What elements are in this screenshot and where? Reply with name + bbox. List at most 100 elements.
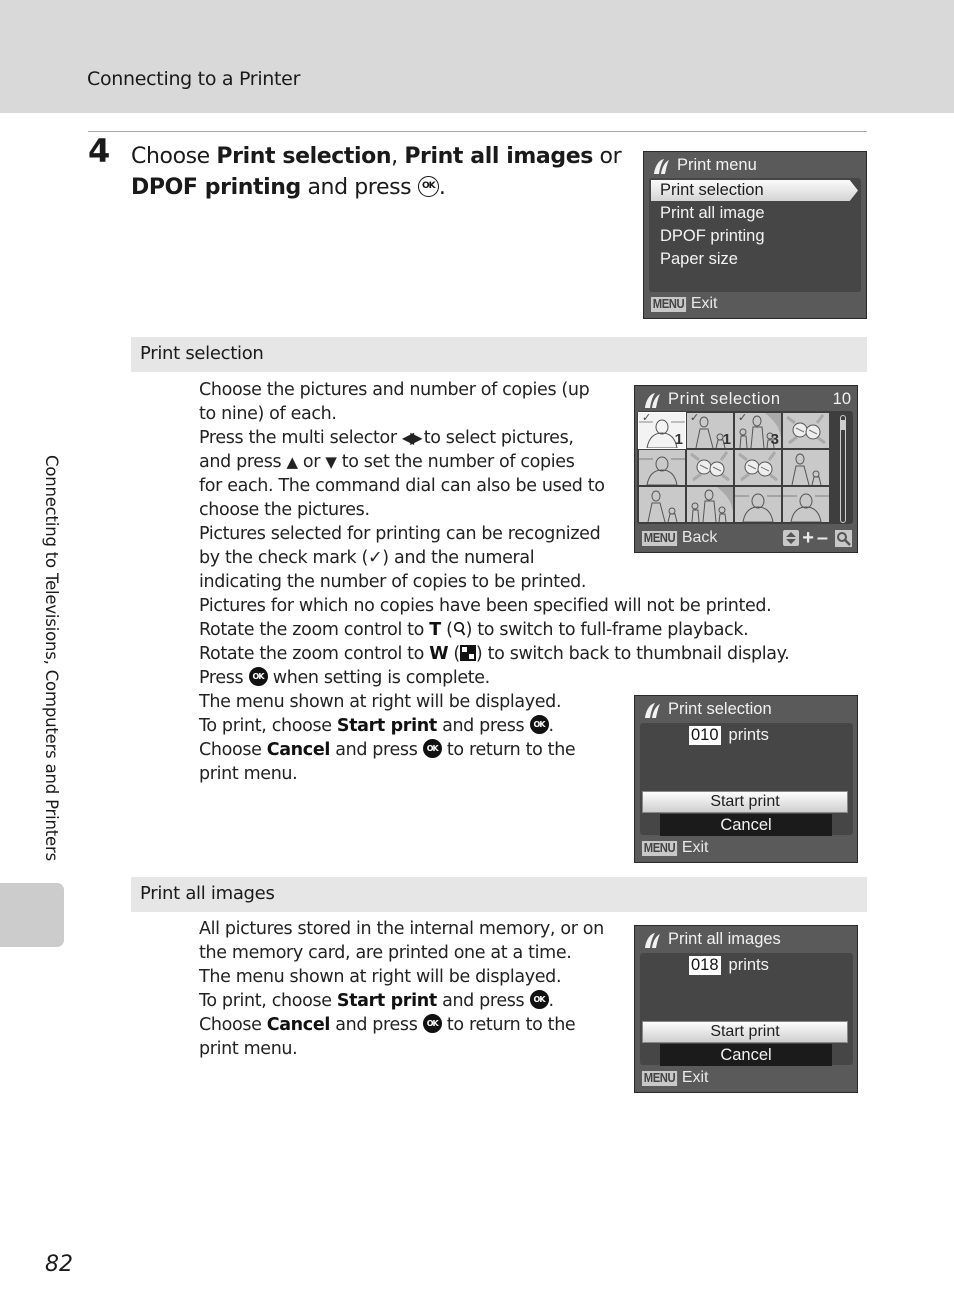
footer-label: Exit [681,1069,709,1086]
menu-item-dpof-printing[interactable]: DPOF printing [660,227,765,246]
check-mark-icon: ✓ [367,548,383,568]
start-print-button[interactable]: Start print [642,1021,848,1043]
plus-icon: + [802,527,814,549]
photo-thumbnail-icon [690,451,730,482]
thumbnail-flowers[interactable] [783,413,829,448]
thumbnail-woman-child[interactable]: ✓ 1 [687,413,733,448]
screen-title: Print selection 10 [643,390,851,409]
printer-mode-icon [654,158,669,174]
side-chapter-tab [0,883,64,947]
term-print-selection: Print selection [216,144,392,169]
copy-count: 3 [770,431,779,448]
copy-count: 1 [674,431,683,448]
thumbnail-grid-icon [459,645,476,661]
page-number: 82 [45,1252,73,1277]
screen-title: Print menu [652,156,757,175]
thumbnail-woman-child[interactable] [783,450,829,485]
down-arrow-icon: ▼ [325,453,337,471]
thumbnail-woman-portrait[interactable] [735,487,781,522]
ok-button-icon: OK [529,715,549,734]
menu-key-icon: MENU [651,296,686,312]
zoom-t-label: T [429,620,441,640]
print-count-value[interactable]: 018 [689,956,721,975]
screen-footer: MENU Exit [642,839,708,857]
thumbnail-woman-portrait[interactable] [639,450,685,485]
section-header-print-selection: Print selection [131,337,867,372]
section-header-print-all-images: Print all images [131,877,867,912]
screen-footer: MENU Exit [651,295,717,313]
menu-item-print-selection[interactable]: Print selection [651,180,858,201]
step-instruction: Choose Print selection, Print all images… [131,144,622,200]
thumbnail-flowers[interactable] [687,450,733,485]
up-arrow-icon: ▲ [286,453,298,471]
print-count: 010 prints [689,726,769,745]
menu-item-print-all-image[interactable]: Print all image [660,204,765,223]
footer-label: Back [681,529,718,546]
photo-thumbnail-icon [639,456,685,485]
photo-thumbnail-icon [738,451,778,482]
thumbnail-woman-child[interactable] [639,487,685,522]
thumbnail-family[interactable]: ✓ 3 [735,413,781,448]
term-print-all-images: Print all images [404,144,593,169]
print-all-instructions: All pictures stored in the internal memo… [199,919,604,1059]
footer-controls: + – [783,527,852,549]
ok-button-icon: OK [417,175,439,197]
print-count: 018 prints [689,956,769,975]
screen-footer: MENU Exit [642,1069,708,1087]
print-menu-screen: Print menu Print selection Print all ima… [643,151,867,319]
step-divider [88,131,867,132]
print-selection-confirm-screen: Print selection 010 prints Start print C… [634,695,858,863]
thumbnail-family[interactable] [687,487,733,522]
thumbnail-grid: ✓ 1 ✓ 1 ✓ 3 [638,412,838,523]
term-dpof-printing: DPOF printing [131,175,301,200]
step-number: 4 [88,132,111,170]
print-all-confirm-screen: Print all images 018 prints Start print … [634,925,858,1093]
ok-button-icon: OK [422,739,442,758]
ok-button-icon: OK [422,1014,442,1033]
menu-key-icon: MENU [642,1070,677,1086]
ok-button-icon: OK [248,667,268,686]
print-count-value[interactable]: 010 [689,726,721,745]
start-print-button[interactable]: Start print [642,791,848,813]
check-mark-icon: ✓ [642,413,652,424]
check-mark-icon: ✓ [690,413,700,424]
screen-footer: MENU Back + – [642,527,852,549]
printer-mode-icon [645,392,660,408]
magnifier-icon [453,621,465,636]
photo-thumbnail-icon [647,490,678,522]
copy-count: 1 [722,431,731,448]
minus-icon: – [816,527,828,549]
zoom-w-label: W [429,644,449,664]
thumbnail-flowers[interactable] [735,450,781,485]
ok-button-icon: OK [529,990,549,1009]
photo-thumbnail-icon [783,493,829,522]
up-down-icon [783,530,800,546]
menu-item-paper-size[interactable]: Paper size [660,250,738,269]
printer-mode-icon [645,932,660,948]
scrollbar-thumb[interactable] [841,420,845,430]
photo-thumbnail-icon [735,493,781,522]
cancel-button[interactable]: Cancel [660,814,832,836]
photo-thumbnail-icon [791,453,822,485]
thumbnail-woman-portrait[interactable] [783,487,829,522]
scrollbar[interactable] [840,415,846,523]
left-right-arrows-icon: ◀▶ [401,428,423,447]
footer-label: Exit [681,839,709,856]
footer-label: Exit [690,295,718,312]
side-tab-label: Connecting to Televisions, Computers and… [42,455,61,861]
printer-mode-icon [645,702,660,718]
thumbnail-woman-portrait[interactable]: ✓ 1 [638,412,686,449]
screen-title: Print all images [643,930,781,949]
selected-count: 10 [832,390,851,408]
header-band: Connecting to a Printer [0,0,954,113]
cancel-button[interactable]: Cancel [660,1044,832,1066]
section-header-title: Connecting to a Printer [87,68,301,90]
screen-title: Print selection [643,700,772,719]
photo-thumbnail-icon [691,487,733,522]
menu-key-icon: MENU [642,840,677,856]
check-mark-icon: ✓ [738,413,748,424]
menu-key-icon: MENU [642,530,677,546]
print-selection-thumbnail-screen: Print selection 10 ✓ 1 ✓ 1 ✓ 3 MENU Back + – [634,385,858,553]
photo-thumbnail-icon [786,414,826,445]
zoom-icon [835,529,852,547]
